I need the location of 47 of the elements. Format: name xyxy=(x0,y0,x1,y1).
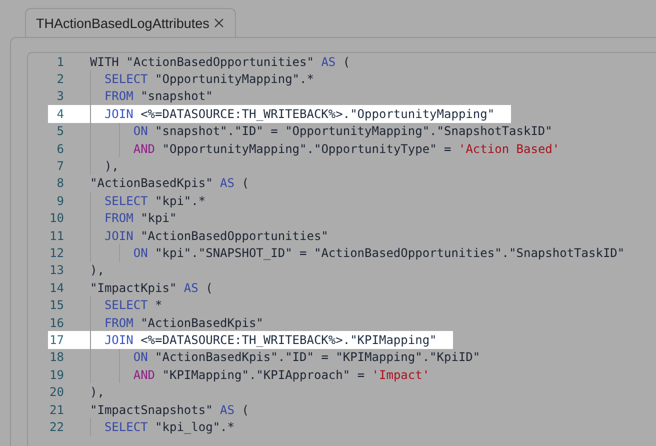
line-number: 13 xyxy=(48,263,64,278)
code-text: WITH "ActionBasedOpportunities" AS ( xyxy=(90,54,350,69)
code-text: ), xyxy=(90,385,104,400)
line-number: 16 xyxy=(48,316,64,330)
line-number: 12 xyxy=(48,246,64,260)
code-text: "ImpactKpis" AS ( xyxy=(90,280,213,295)
code-text: FROM "kpi" xyxy=(103,211,177,226)
line-number: 9 xyxy=(56,194,64,208)
code-text: FROM "ActionBasedKpis" xyxy=(103,316,264,330)
code-text: "ActionBasedKpis" AS ( xyxy=(90,176,249,190)
code-text: AND "OpportunityMapping"."OpportunityType" = 'Action Based' xyxy=(132,142,560,156)
line-number: 18 xyxy=(48,350,64,364)
close-icon[interactable] xyxy=(213,17,226,29)
editor-tab[interactable]: THActionBasedLogAttributes xyxy=(25,8,236,37)
line-number: 8 xyxy=(56,176,64,190)
line-number: 20 xyxy=(48,385,64,400)
line-number: 21 xyxy=(48,402,64,416)
line-number: 17 xyxy=(48,332,64,347)
tab-title: THActionBasedLogAttributes xyxy=(36,16,210,30)
code-text: ON "snapshot"."ID" = "OpportunityMapping"."SnapshotTaskID" xyxy=(132,124,552,138)
line-number: 22 xyxy=(48,420,64,434)
code-text: SELECT "OpportunityMapping".* xyxy=(103,72,314,86)
code-text: ), xyxy=(90,263,104,278)
line-number: 14 xyxy=(48,280,64,295)
code-text: JOIN <%=DATASOURCE:TH_WRITEBACK%>."OpportunityMapping" xyxy=(103,106,495,121)
line-number: 6 xyxy=(56,142,64,156)
line-number: 10 xyxy=(48,211,64,226)
code-text: ), xyxy=(103,159,119,174)
line-number: 3 xyxy=(56,89,64,104)
code-text: AND "KPIMapping"."KPIApproach" = 'Impact' xyxy=(132,368,430,382)
line-number: 4 xyxy=(56,106,64,121)
code-text: ON "kpi"."SNAPSHOT_ID" = "ActionBasedOpportunities"."SnapshotTaskID" xyxy=(132,246,625,260)
line-number: 1 xyxy=(56,54,64,69)
line-number: 11 xyxy=(48,228,64,243)
code-text: SELECT "kpi".* xyxy=(103,194,206,208)
code-text: ON "ActionBasedKpis"."ID" = "KPIMapping"."KpiID" xyxy=(132,350,480,364)
code-text: "ImpactSnapshots" AS ( xyxy=(90,402,249,416)
line-number: 19 xyxy=(48,368,64,382)
code-text: FROM "snapshot" xyxy=(103,89,213,104)
line-number: 5 xyxy=(56,124,64,138)
line-number: 15 xyxy=(48,298,64,312)
line-number: 7 xyxy=(56,159,64,174)
code-text: JOIN "ActionBasedOpportunities" xyxy=(103,228,328,243)
line-number: 2 xyxy=(56,72,64,86)
code-text: JOIN <%=DATASOURCE:TH_WRITEBACK%>."KPIMapping" xyxy=(103,332,437,347)
code-text: SELECT "kpi_log".* xyxy=(103,420,234,434)
code-text: SELECT * xyxy=(103,298,162,312)
